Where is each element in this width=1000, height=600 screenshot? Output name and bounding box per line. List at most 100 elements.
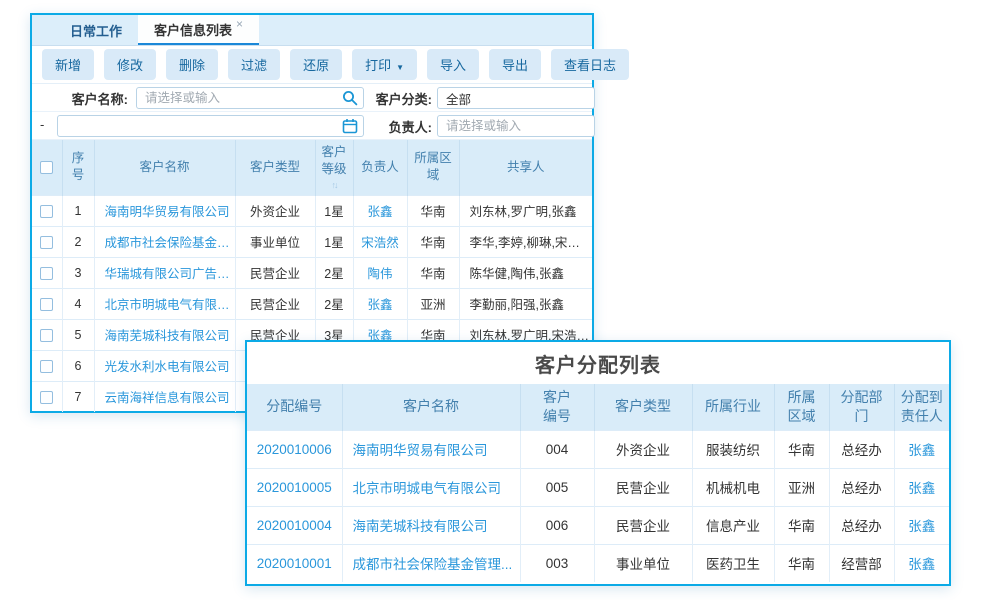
calendar-icon[interactable]: [342, 118, 358, 134]
table-row: 2 成都市社会保险基金管理... 事业单位 1星 宋浩然 华南 李华,李婷,柳琳…: [32, 226, 592, 257]
row-checkbox[interactable]: [40, 267, 53, 280]
customer-name-link[interactable]: 光发水利水电有限公司: [94, 350, 235, 381]
filter-button[interactable]: 过滤: [228, 49, 280, 80]
seq-cell: 2: [62, 226, 94, 257]
customer-name-link[interactable]: 成都市社会保险基金管理...: [342, 544, 520, 582]
table-row: 4 北京市明城电气有限公司 民营企业 2星 张鑫 亚洲 李勤丽,阳强,张鑫: [32, 288, 592, 319]
table-row: 2020010001 成都市社会保险基金管理... 003 事业单位 医药卫生 …: [247, 544, 949, 582]
owner-input[interactable]: [437, 115, 595, 137]
row-checkbox[interactable]: [40, 391, 53, 404]
select-all-checkbox[interactable]: [40, 161, 53, 174]
col-header-region: 所属区 域: [407, 140, 459, 195]
owner-link[interactable]: 张鑫: [353, 288, 407, 319]
row-checkbox[interactable]: [40, 205, 53, 218]
modify-button[interactable]: 修改: [104, 49, 156, 80]
owner-link[interactable]: 张鑫: [353, 195, 407, 226]
alloc-no-link[interactable]: 2020010005: [247, 468, 342, 506]
tab-customer-info-list[interactable]: 客户信息列表 ×: [138, 15, 259, 45]
table-row: 1 海南明华贸易有限公司 外资企业 1星 张鑫 华南 刘东林,罗广明,张鑫: [32, 195, 592, 226]
region-cell: 华南: [774, 430, 829, 468]
header-row: 序 号 客户名称 客户类型 客户 等级↑↓ 负责人 所属区 域 共享人: [32, 140, 592, 195]
view-log-button[interactable]: 查看日志: [551, 49, 629, 80]
print-button[interactable]: 打印 ▼: [352, 49, 417, 80]
col-header-customer-name: 客户名称: [342, 384, 520, 430]
customer-no-cell: 005: [520, 468, 594, 506]
customer-name-link[interactable]: 海南芜城科技有限公司: [94, 319, 235, 350]
col-header-customer-name: 客户名称: [94, 140, 235, 195]
region-cell: 亚洲: [407, 288, 459, 319]
print-label: 打印: [365, 58, 391, 73]
chevron-down-icon: ▼: [396, 63, 404, 72]
checkbox-cell: [32, 257, 62, 288]
assignee-link[interactable]: 张鑫: [894, 468, 949, 506]
alloc-no-link[interactable]: 2020010004: [247, 506, 342, 544]
region-cell: 华南: [407, 226, 459, 257]
date-to-input[interactable]: [57, 115, 364, 137]
col-header-customer-level: 客户 等级↑↓: [315, 140, 353, 195]
customer-level-cell: 1星: [315, 195, 353, 226]
customer-type-cell: 民营企业: [594, 506, 692, 544]
customer-no-cell: 006: [520, 506, 594, 544]
assignee-link[interactable]: 张鑫: [894, 430, 949, 468]
owner-link[interactable]: 陶伟: [353, 257, 407, 288]
import-button[interactable]: 导入: [427, 49, 479, 80]
checkbox-cell: [32, 350, 62, 381]
col-header-industry: 所属行业: [692, 384, 774, 430]
customer-name-link[interactable]: 云南海祥信息有限公司: [94, 381, 235, 412]
industry-cell: 信息产业: [692, 506, 774, 544]
seq-cell: 3: [62, 257, 94, 288]
filter-row-1: 客户名称: 客户分类:: [32, 84, 592, 112]
alloc-no-link[interactable]: 2020010001: [247, 544, 342, 582]
export-button[interactable]: 导出: [489, 49, 541, 80]
customer-name-link[interactable]: 海南明华贸易有限公司: [94, 195, 235, 226]
customer-type-cell: 外资企业: [594, 430, 692, 468]
tab-label: 客户信息列表: [154, 20, 232, 39]
row-checkbox[interactable]: [40, 236, 53, 249]
add-button[interactable]: 新增: [42, 49, 94, 80]
search-icon[interactable]: [342, 90, 358, 106]
sort-icon[interactable]: ↑↓: [316, 179, 353, 191]
customer-name-link[interactable]: 北京市明城电气有限公司: [94, 288, 235, 319]
header-row: 分配编号 客户名称 客户 编号 客户类型 所属行业 所属 区域 分配部 门 分配…: [247, 384, 949, 430]
customer-type-cell: 事业单位: [594, 544, 692, 582]
tab-label: 日常工作: [70, 21, 122, 40]
col-header-seq: 序 号: [62, 140, 94, 195]
dept-cell: 总经办: [829, 468, 894, 506]
customer-name-link[interactable]: 成都市社会保险基金管理...: [94, 226, 235, 257]
customer-name-input[interactable]: [136, 87, 364, 109]
restore-button[interactable]: 还原: [290, 49, 342, 80]
tab-daily-work[interactable]: 日常工作: [54, 15, 138, 45]
col-header-customer-type: 客户类型: [235, 140, 315, 195]
assignee-link[interactable]: 张鑫: [894, 544, 949, 582]
row-checkbox[interactable]: [40, 298, 53, 311]
customer-category-label: 客户分类:: [362, 89, 432, 108]
col-header-select-all: [32, 140, 62, 195]
region-cell: 华南: [774, 506, 829, 544]
customer-name-link[interactable]: 华瑞城有限公司广告设计部: [94, 257, 235, 288]
close-icon[interactable]: ×: [236, 17, 243, 31]
seq-cell: 6: [62, 350, 94, 381]
seq-cell: 7: [62, 381, 94, 412]
owner-link[interactable]: 宋浩然: [353, 226, 407, 257]
customer-type-cell: 民营企业: [235, 257, 315, 288]
dept-cell: 总经办: [829, 430, 894, 468]
customer-name-link[interactable]: 海南明华贸易有限公司: [342, 430, 520, 468]
industry-cell: 服装纺织: [692, 430, 774, 468]
customer-type-cell: 外资企业: [235, 195, 315, 226]
customer-category-select[interactable]: [437, 87, 595, 109]
alloc-no-link[interactable]: 2020010006: [247, 430, 342, 468]
region-cell: 华南: [407, 257, 459, 288]
region-cell: 亚洲: [774, 468, 829, 506]
dept-cell: 总经办: [829, 506, 894, 544]
checkbox-cell: [32, 226, 62, 257]
shared-cell: 刘东林,罗广明,张鑫: [459, 195, 592, 226]
delete-button[interactable]: 删除: [166, 49, 218, 80]
row-checkbox[interactable]: [40, 360, 53, 373]
row-checkbox[interactable]: [40, 329, 53, 342]
customer-name-link[interactable]: 海南芜城科技有限公司: [342, 506, 520, 544]
customer-name-link[interactable]: 北京市明城电气有限公司: [342, 468, 520, 506]
seq-cell: 1: [62, 195, 94, 226]
table-row: 2020010005 北京市明城电气有限公司 005 民营企业 机械机电 亚洲 …: [247, 468, 949, 506]
table-row: 2020010006 海南明华贸易有限公司 004 外资企业 服装纺织 华南 总…: [247, 430, 949, 468]
assignee-link[interactable]: 张鑫: [894, 506, 949, 544]
